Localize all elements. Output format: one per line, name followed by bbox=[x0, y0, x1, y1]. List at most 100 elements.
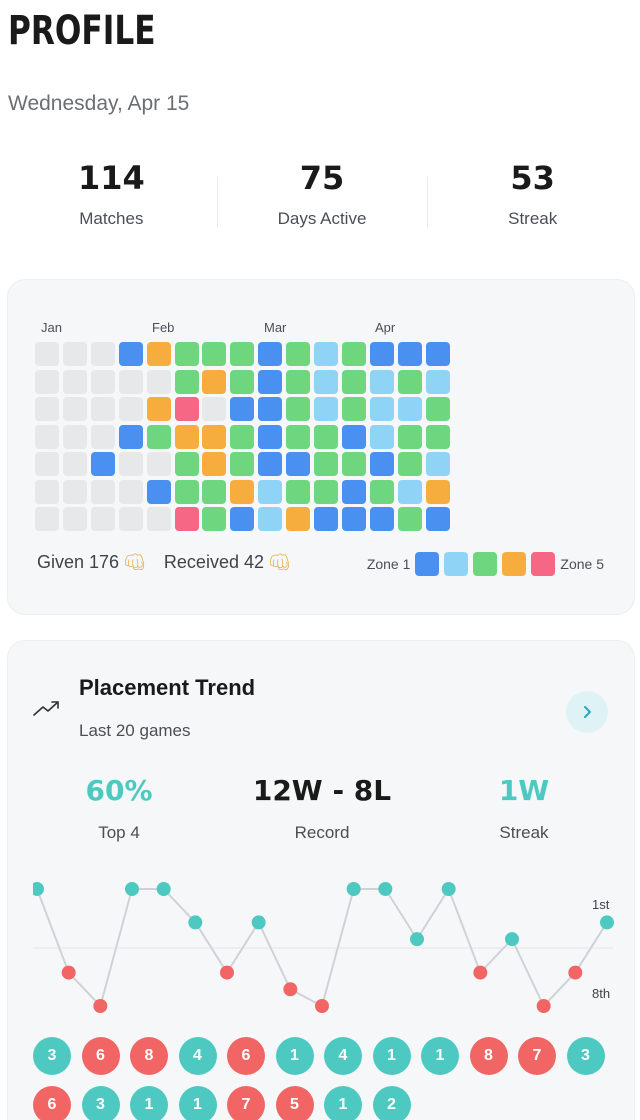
heatmap-cell bbox=[230, 342, 255, 366]
placement-badge: 6 bbox=[33, 1086, 71, 1120]
legend-zone3-swatch bbox=[473, 552, 498, 576]
placement-line-chart bbox=[33, 882, 614, 1013]
heatmap-cell bbox=[146, 507, 171, 531]
placement-point bbox=[283, 982, 298, 997]
heatmap-cell bbox=[202, 424, 227, 449]
heatmap-cell bbox=[35, 342, 59, 366]
heatmap-cell bbox=[425, 397, 450, 421]
stat-label: Matches bbox=[79, 209, 144, 228]
heatmap-cell bbox=[62, 397, 87, 421]
received-count: Received 42 bbox=[163, 552, 264, 572]
heatmap-cell bbox=[230, 479, 255, 504]
placement-badge: 1 bbox=[324, 1086, 362, 1120]
heatmap-cell bbox=[146, 479, 171, 504]
heatmap-cell bbox=[258, 424, 283, 449]
top4-label: Top 4 bbox=[98, 823, 140, 842]
heatmap-cell bbox=[425, 507, 450, 531]
heatmap-cell bbox=[118, 452, 143, 476]
heatmap-cell bbox=[90, 452, 115, 476]
heatmap-cell bbox=[90, 424, 115, 449]
heatmap-cell bbox=[397, 369, 422, 394]
placement-badge: 1 bbox=[130, 1086, 168, 1120]
heatmap-cell bbox=[118, 424, 143, 449]
placement-badge: 1 bbox=[372, 1037, 411, 1075]
heatmap-cell bbox=[35, 369, 59, 394]
stat-streak: 53 Streak bbox=[427, 155, 638, 250]
stat-value: 53 bbox=[510, 159, 555, 197]
placement-trend-card: Placement Trend Last 20 games 60% Top 4 … bbox=[7, 640, 635, 1120]
heatmap-cell bbox=[62, 369, 87, 394]
stats-row: 114 Matches 75 Days Active 53 Streak bbox=[6, 155, 638, 250]
heatmap-cell bbox=[230, 397, 255, 421]
heatmap-cell bbox=[397, 452, 422, 476]
heatmap-cell bbox=[341, 397, 366, 421]
streak-stat: 1W Streak bbox=[434, 774, 614, 843]
top4-stat: 60% Top 4 bbox=[29, 774, 209, 843]
trending-up-icon bbox=[33, 701, 59, 716]
placement-badge: 6 bbox=[81, 1037, 120, 1075]
placement-point bbox=[568, 965, 583, 980]
heatmap-cell bbox=[286, 452, 311, 476]
heatmap-cell bbox=[425, 479, 450, 504]
placement-point bbox=[378, 882, 393, 896]
heatmap-cell bbox=[341, 452, 366, 476]
heatmap-cell bbox=[174, 397, 199, 421]
legend-zone2-swatch bbox=[444, 552, 469, 576]
heatmap-cell bbox=[35, 507, 59, 531]
heatmap-cell bbox=[341, 479, 366, 504]
zone-legend: Zone 1 Zone 5 bbox=[367, 552, 604, 576]
heatmap-cell bbox=[118, 397, 143, 421]
placement-badge: 3 bbox=[81, 1086, 120, 1120]
month-label: Feb bbox=[152, 320, 175, 335]
heatmap-cell bbox=[202, 507, 227, 531]
placement-point bbox=[220, 965, 234, 980]
page-title: PROFILE bbox=[8, 8, 156, 54]
heatmap-cell bbox=[369, 369, 394, 394]
heatmap-cell bbox=[258, 397, 283, 421]
heatmap-cell bbox=[369, 452, 394, 476]
heatmap-cell bbox=[397, 424, 422, 449]
heatmap-cell bbox=[425, 452, 450, 476]
placement-badge: 4 bbox=[178, 1037, 217, 1075]
placement-point bbox=[315, 999, 329, 1013]
placement-badge: 8 bbox=[130, 1037, 168, 1075]
heatmap-cell bbox=[118, 507, 143, 531]
heatmap-cell bbox=[314, 342, 338, 366]
streak-value: 1W bbox=[498, 774, 550, 807]
legend-end-label: Zone 5 bbox=[560, 556, 604, 572]
placement-point bbox=[61, 965, 76, 980]
heatmap-cell bbox=[118, 479, 143, 504]
heatmap-cell bbox=[341, 369, 366, 394]
placement-point bbox=[156, 882, 171, 896]
heatmap-cell bbox=[425, 424, 450, 449]
heatmap-cell bbox=[286, 342, 311, 366]
placement-badge: 1 bbox=[275, 1037, 314, 1075]
placement-badge: 1 bbox=[178, 1086, 217, 1120]
heatmap-cell bbox=[369, 397, 394, 421]
record-label: Record bbox=[294, 823, 350, 842]
heatmap-cell bbox=[90, 397, 115, 421]
page-date: Wednesday, Apr 15 bbox=[8, 92, 190, 115]
heatmap-cell bbox=[174, 369, 199, 394]
heatmap-cell bbox=[286, 507, 311, 531]
placement-badge: 3 bbox=[33, 1037, 71, 1075]
month-label: Jan bbox=[41, 320, 62, 335]
heatmap-cell bbox=[341, 424, 366, 449]
heatmap-cell bbox=[202, 397, 227, 421]
heatmap-cell bbox=[314, 424, 338, 449]
heatmap-cell bbox=[174, 452, 199, 476]
heatmap-cell bbox=[35, 424, 59, 449]
heatmap-cell bbox=[341, 342, 366, 366]
heatmap-cell bbox=[314, 452, 338, 476]
heatmap-cell bbox=[258, 452, 283, 476]
heatmap-cell bbox=[230, 507, 255, 531]
heatmap-cell bbox=[62, 507, 87, 531]
heatmap-cell bbox=[341, 507, 366, 531]
heatmap-cell bbox=[286, 479, 311, 504]
placement-point bbox=[410, 932, 424, 947]
heatmap-cell bbox=[90, 479, 115, 504]
heatmap-cell bbox=[230, 424, 255, 449]
heatmap-cell bbox=[62, 452, 87, 476]
heatmap-cell bbox=[314, 369, 338, 394]
trend-details-button[interactable] bbox=[566, 691, 608, 733]
